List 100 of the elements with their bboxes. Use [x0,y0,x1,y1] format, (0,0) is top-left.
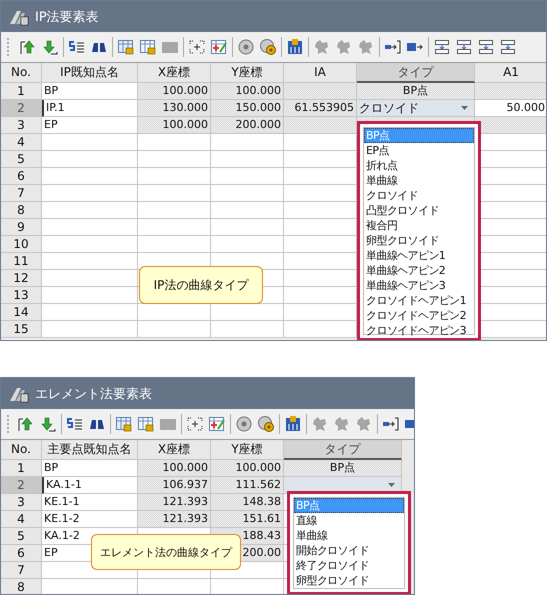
row-number[interactable]: 1 [1,460,42,477]
row-number[interactable]: 13 [1,287,42,304]
table-cell: 148.38 [211,494,284,511]
dropdown-option[interactable]: クロソイド [364,188,474,203]
row-insert-icon[interactable] [477,38,495,56]
dropdown-option[interactable]: 単曲線 [364,173,474,188]
row-number[interactable]: 5 [1,528,42,545]
table-cell: 130.000 [138,100,211,117]
row-number[interactable]: 6 [1,168,42,185]
window-title: エレメント法要素表 [35,386,152,402]
dropdown-option[interactable]: 直線 [294,513,404,528]
table-cell: 100.000 [138,83,211,100]
dropdown-option[interactable]: EP点 [364,143,474,158]
table-cell: BP点 [284,460,402,477]
column-header[interactable]: Y座標 [211,440,284,460]
table-lock-icon[interactable] [117,38,135,56]
dropdown-option[interactable]: 凸型クロソイド [364,203,474,218]
dropdown-option[interactable]: クロソイドヘアピン2 [364,308,474,323]
dropdown-option[interactable]: 複合円 [364,218,474,233]
table-cell: 100.000 [138,460,211,477]
dropdown-option[interactable]: 単曲線ヘアピン2 [364,263,474,278]
table-cell: 121.393 [138,494,211,511]
table-cell: 111.562 [211,477,284,494]
row-number[interactable]: 7 [1,185,42,202]
dropdown-option[interactable]: 終了クロソイド [294,558,404,573]
table-cell: 106.937 [138,477,211,494]
down-arrow-icon[interactable] [39,415,57,433]
row-number[interactable]: 3 [1,117,42,134]
insert-arrow-icon[interactable] [382,415,400,433]
disc-icon[interactable] [235,415,253,433]
dropdown-option[interactable]: 単曲線 [294,528,404,543]
dropdown-option[interactable]: 卵型クロソイド [364,233,474,248]
table-cell: 150.000 [211,100,284,117]
disc-gear-icon[interactable] [257,415,275,433]
column-header[interactable]: A1 [475,63,546,83]
table-cell: KA.1-1 [42,477,138,494]
column-header[interactable]: IP既知点名 [42,63,138,83]
down-arrow-icon[interactable] [41,38,59,56]
disc-gear-icon[interactable] [259,38,277,56]
dropdown-option[interactable]: 卵型クロソイド [294,573,404,588]
table-lock-icon[interactable] [115,415,133,433]
row-number[interactable]: 9 [1,219,42,236]
table-cell: EP [42,117,138,134]
row-insert-icon[interactable] [455,38,473,56]
column-header[interactable]: X座標 [138,63,211,83]
dropdown-option[interactable]: クロソイドヘアピン1 [364,293,474,308]
window-title: IP法要素表 [35,8,99,26]
caret-icon [388,483,395,487]
caret-icon [461,106,468,110]
table-cell: 151.61 [211,511,284,528]
row-number[interactable]: 4 [1,511,42,528]
row-number[interactable]: 10 [1,236,42,253]
table-cell: BP点 [357,83,475,100]
row-number[interactable]: 8 [1,202,42,219]
dropdown-option[interactable]: 開始クロソイド [294,543,404,558]
dropdown-option[interactable]: クロソイドヘアピン3 [364,323,474,338]
row-number[interactable]: 2 [1,477,42,494]
column-header[interactable]: タイプ [357,63,475,83]
building-icon[interactable] [286,38,304,56]
row-number[interactable]: 15 [1,321,42,338]
table-cell: 100.000 [138,117,211,134]
table-lock-icon[interactable] [137,415,155,433]
row-number[interactable]: 11 [1,253,42,270]
dropdown-option[interactable]: 単曲線ヘアピン1 [364,248,474,263]
column-header[interactable]: IA [284,63,357,83]
table-cell: BP [42,460,138,477]
up-arrow-icon[interactable] [17,415,35,433]
column-header[interactable]: No. [1,63,42,83]
up-arrow-icon[interactable] [19,38,37,56]
table-cell: KE.1-2 [42,511,138,528]
column-header[interactable]: Y座標 [211,63,284,83]
dropdown-option[interactable]: 単曲線ヘアピン3 [364,278,474,293]
table-edit-icon[interactable] [210,38,228,56]
row-number[interactable]: 12 [1,270,42,287]
type-dropdown[interactable]: クロソイド [357,100,475,117]
column-header[interactable]: タイプ [284,440,402,460]
column-header[interactable]: 主要点既知点名 [42,440,138,460]
column-header[interactable]: X座標 [138,440,211,460]
row-number[interactable]: 1 [1,83,42,100]
row-number[interactable]: 14 [1,304,42,321]
table-cell: 100.000 [211,460,284,477]
row-number[interactable]: 6 [1,545,42,562]
callout-note: エレメント法の曲線タイプ [91,534,241,570]
disc-icon[interactable] [237,38,255,56]
table-cell: 50.000 [475,100,546,117]
table-edit-icon[interactable] [208,415,226,433]
row-insert-icon[interactable] [433,38,451,56]
column-header[interactable]: No. [1,440,42,460]
row-number[interactable]: 4 [1,134,42,151]
table-cell: 200.000 [211,117,284,134]
row-number[interactable]: 3 [1,494,42,511]
row-number[interactable]: 7 [1,562,42,579]
row-insert-icon[interactable] [499,38,517,56]
row-number[interactable]: 8 [1,579,42,594]
table-lock-icon[interactable] [139,38,157,56]
row-number[interactable]: 2 [1,100,42,117]
insert-arrow-icon[interactable] [384,38,402,56]
building-icon[interactable] [284,415,302,433]
dropdown-option[interactable]: 折れ点 [364,158,474,173]
row-number[interactable]: 5 [1,151,42,168]
